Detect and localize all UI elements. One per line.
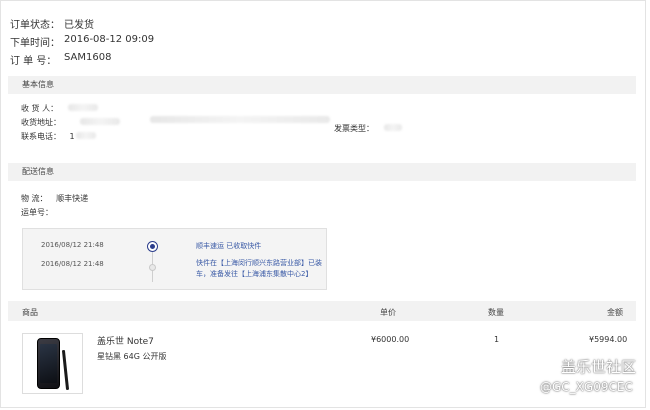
receiver-label: 收 货 人：: [21, 104, 59, 113]
order-time-row: 下单时间： 2016-08-12 09:09: [10, 34, 154, 49]
invoice-row: 发票类型：: [334, 123, 374, 134]
waybill-row: 运单号：: [21, 207, 53, 218]
order-status-value: 已发货: [64, 20, 94, 31]
product-table-header: [8, 301, 636, 321]
col-header-amount: 金额: [607, 308, 623, 317]
tracking-timeline: 2016/08/12 21:48 顺丰速运 已收取快件 2016/08/12 2…: [22, 228, 327, 290]
product-name-link[interactable]: 盖乐世 Note7: [97, 334, 154, 347]
phone-row: 联系电话： 1: [21, 131, 75, 142]
phone-image-icon: [37, 338, 60, 389]
receiver-row: 收 货 人：: [21, 103, 58, 114]
waybill-label: 运单号：: [21, 208, 53, 217]
product-price: ¥6000.00: [371, 335, 410, 344]
redacted-address-detail: [150, 116, 330, 123]
order-id-label: 订 单 号：: [10, 56, 57, 67]
watermark-handle: @GC_XG09CEC: [540, 380, 633, 394]
logistics-row: 物 流： 顺丰快递: [21, 193, 88, 204]
timeline-active-dot-icon: [147, 241, 158, 252]
timeline-dot-icon: [149, 264, 156, 271]
product-spec: 星钻黑 64G 公开版: [97, 352, 167, 361]
s-pen-icon: [61, 349, 70, 391]
tracking-time: 2016/08/12 21:48: [41, 241, 104, 249]
redacted-phone: [76, 132, 96, 139]
watermark-title: 盖乐世社区: [561, 358, 637, 376]
tracking-desc: 快件在【上海闵行顺兴东路营业部】已装车，准备发往【上海浦东集散中心2】: [196, 259, 322, 278]
product-image[interactable]: [22, 333, 83, 394]
order-time-label: 下单时间：: [10, 38, 60, 49]
phone-label: 联系电话：: [21, 132, 61, 141]
basic-info-header: 基本信息: [8, 76, 636, 94]
order-id-row: 订 单 号： SAM1608: [10, 52, 111, 67]
order-status-row: 订单状态： 已发货: [10, 16, 94, 31]
redacted-invoice: [384, 124, 402, 131]
logistics-label: 物 流：: [21, 194, 48, 203]
col-header-product: 商品: [22, 308, 38, 317]
product-amount: ¥5994.00: [589, 335, 628, 344]
order-status-label: 订单状态：: [10, 20, 60, 31]
tracking-desc: 顺丰速运 已收取快件: [196, 242, 262, 250]
invoice-label: 发票类型：: [334, 124, 374, 133]
delivery-info-header: 配送信息: [8, 163, 636, 181]
redacted-address: [80, 118, 120, 125]
product-qty: 1: [494, 335, 500, 344]
redacted-receiver: [68, 104, 98, 111]
logistics-value: 顺丰快递: [56, 194, 89, 203]
phone-value: 1: [69, 132, 75, 141]
order-id-value: SAM1608: [64, 52, 112, 63]
col-header-price: 单价: [380, 308, 396, 317]
col-header-qty: 数量: [488, 308, 504, 317]
order-time-value: 2016-08-12 09:09: [64, 34, 155, 45]
address-row: 收货地址：: [21, 117, 61, 128]
tracking-time: 2016/08/12 21:48: [41, 260, 104, 268]
address-label: 收货地址：: [21, 118, 61, 127]
